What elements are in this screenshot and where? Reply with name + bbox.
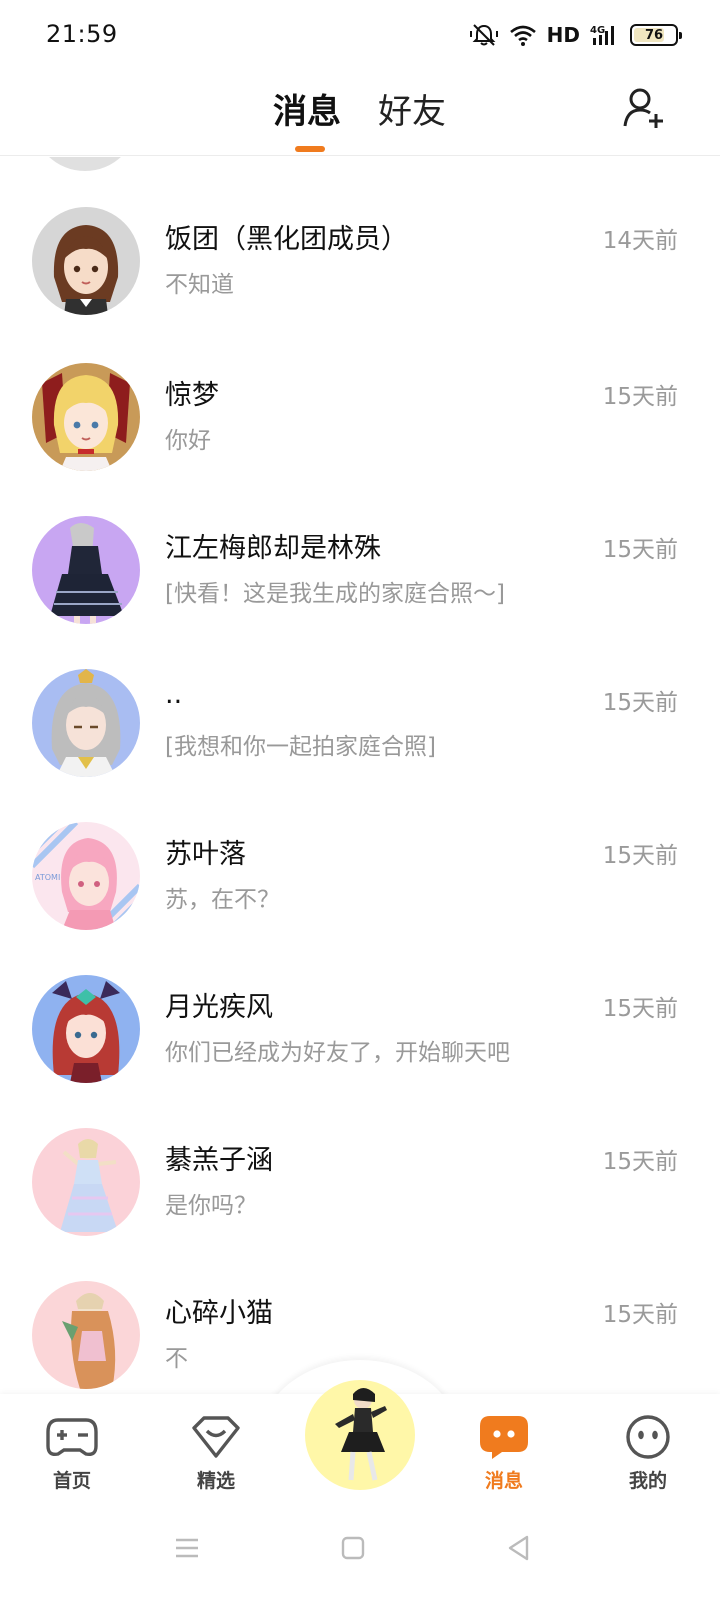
- conversation-name: ..: [165, 679, 183, 710]
- avatar[interactable]: [32, 157, 138, 171]
- add-user-icon[interactable]: [622, 86, 666, 130]
- conversation-name: 心碎小猫: [165, 1298, 273, 1329]
- avatar[interactable]: [32, 1128, 140, 1236]
- conversation-time: 15天前: [602, 996, 678, 1022]
- nav-me-label: 我的: [628, 1470, 667, 1492]
- nav-messages-label: 消息: [484, 1470, 523, 1492]
- chat-bubble-icon: [480, 1416, 528, 1459]
- svg-text:4G: 4G: [590, 25, 605, 36]
- avatar[interactable]: [32, 1281, 140, 1389]
- heart-icon: [192, 1416, 240, 1458]
- battery-icon: 76: [630, 24, 682, 46]
- conversation-name: 綦羔子涵: [165, 1145, 273, 1176]
- conversation-time: 15天前: [602, 1302, 678, 1328]
- conversation-row[interactable]: .. [我想和你一起拍家庭合照] 15天前: [0, 669, 720, 825]
- mute-bell-icon: [469, 24, 498, 46]
- status-time: 21:59: [46, 20, 118, 48]
- gamepad-icon: [46, 1418, 98, 1457]
- menu-icon[interactable]: [173, 1534, 201, 1562]
- avatar[interactable]: ATOMI: [32, 822, 140, 930]
- conversation-preview: [快看！这是我生成的家庭合照～]: [165, 581, 505, 607]
- conversation-preview: 苏，在不？: [165, 887, 280, 913]
- battery-level: 76: [644, 27, 664, 43]
- tab-active-indicator: [295, 146, 325, 152]
- conversation-preview: 不知道: [165, 272, 234, 298]
- wifi-icon: [509, 25, 536, 46]
- nav-featured[interactable]: 精选: [166, 1414, 266, 1493]
- conversation-preview: 你们已经成为好友了，开始聊天吧: [165, 1040, 510, 1066]
- conversation-name: 苏叶落: [165, 839, 246, 870]
- nav-featured-label: 精选: [196, 1470, 235, 1492]
- avatar[interactable]: [32, 363, 140, 471]
- conversation-preview: 不: [165, 1346, 188, 1372]
- conversation-time: 15天前: [602, 537, 678, 563]
- conversation-name: 饭团（黑化团成员）: [165, 224, 408, 255]
- character-avatar: [335, 1388, 387, 1481]
- network-hd-label: HD: [546, 23, 580, 47]
- conversation-time: 15天前: [602, 384, 678, 410]
- conversation-row[interactable]: 江左梅郎却是林殊 [快看！这是我生成的家庭合照～] 15天前: [0, 516, 720, 672]
- tab-friends[interactable]: 好友: [378, 84, 446, 133]
- conversation-preview: [我想和你一起拍家庭合照]: [165, 734, 436, 760]
- nav-home-label: 首页: [52, 1470, 91, 1492]
- avatar[interactable]: [32, 207, 140, 315]
- conversation-preview: 是你吗？: [165, 1193, 257, 1219]
- conversation-preview: 你好: [165, 428, 211, 454]
- conversation-list[interactable]: 饭团（黑化团成员） 不知道 14天前 惊梦 你好 15天前 江左梅郎却是林殊 […: [0, 157, 720, 1394]
- center-avatar-button[interactable]: [305, 1380, 415, 1490]
- avatar[interactable]: [32, 975, 140, 1083]
- nav-messages[interactable]: 消息: [454, 1414, 554, 1493]
- status-icons: HD 4G 76: [469, 20, 682, 50]
- home-square-icon[interactable]: [339, 1534, 367, 1562]
- conversation-row[interactable]: ATOMI 苏叶落 苏，在不？ 15天前: [0, 822, 720, 978]
- nav-me[interactable]: 我的: [598, 1414, 698, 1493]
- face-icon: [626, 1415, 670, 1459]
- conversation-row[interactable]: 饭团（黑化团成员） 不知道 14天前: [0, 207, 720, 363]
- conversation-name: 江左梅郎却是林殊: [165, 533, 381, 564]
- conversation-name: 惊梦: [165, 380, 219, 411]
- system-nav-bar: [0, 1512, 720, 1600]
- cellular-signal-icon: 4G: [590, 25, 614, 45]
- status-bar: 21:59 HD 4G 76: [0, 0, 720, 70]
- header: 消息 好友: [0, 70, 720, 156]
- conversation-row[interactable]: 惊梦 你好 15天前: [0, 363, 720, 519]
- conversation-name: 月光疾风: [165, 992, 273, 1023]
- avatar[interactable]: [32, 669, 140, 777]
- back-triangle-icon[interactable]: [505, 1534, 533, 1562]
- avatar-watermark: ATOMI: [35, 873, 60, 882]
- conversation-row[interactable]: 月光疾风 你们已经成为好友了，开始聊天吧 15天前: [0, 975, 720, 1131]
- tab-messages[interactable]: 消息: [273, 84, 341, 133]
- conversation-time: 15天前: [602, 1149, 678, 1175]
- conversation-time: 15天前: [602, 843, 678, 869]
- conversation-row[interactable]: 綦羔子涵 是你吗？ 15天前: [0, 1128, 720, 1284]
- nav-home[interactable]: 首页: [22, 1414, 122, 1493]
- conversation-time: 15天前: [602, 690, 678, 716]
- conversation-time: 14天前: [602, 228, 678, 254]
- avatar[interactable]: [32, 516, 140, 624]
